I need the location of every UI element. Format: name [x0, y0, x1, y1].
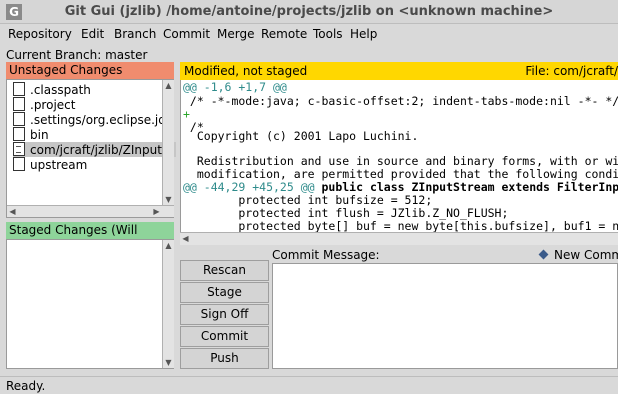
push-button[interactable]: Push [180, 348, 269, 369]
diff-status: Modified, not staged [184, 64, 308, 78]
diff-line: protected byte[] buf = new byte[this.buf… [238, 219, 618, 232]
unstaged-vertical-scrollbar[interactable]: ▲ ▼ [162, 80, 174, 205]
unstaged-horizontal-scrollbar[interactable]: ◀ ▶ [7, 205, 174, 217]
menu-help[interactable]: Help [350, 27, 377, 41]
file-icon [13, 112, 25, 126]
menu-remote[interactable]: Remote [261, 27, 307, 41]
staged-vertical-scrollbar[interactable]: ▲ ▼ [162, 240, 174, 368]
diff-header: Modified, not staged File: com/jcraft/ [180, 62, 618, 80]
list-item[interactable]: .settings/org.eclipse.jdt. [13, 112, 174, 127]
scroll-down-icon[interactable]: ▼ [164, 195, 173, 204]
scroll-right-icon[interactable]: ▶ [152, 207, 161, 216]
scroll-left-icon[interactable]: ◀ [181, 234, 190, 243]
scroll-up-icon[interactable]: ▲ [164, 81, 173, 90]
file-icon [13, 97, 25, 111]
radio-diamond-icon [538, 249, 549, 260]
current-branch-label: Current Branch: master [6, 48, 148, 62]
menu-merge[interactable]: Merge [217, 27, 254, 41]
list-item[interactable]: .classpath [13, 82, 91, 97]
rescan-button[interactable]: Rescan [180, 260, 269, 281]
diff-line: @@ -1,6 +1,7 @@ [183, 80, 287, 94]
scroll-left-icon[interactable]: ◀ [8, 207, 17, 216]
window-title: Git Gui (jzlib) /home/antoine/projects/j… [64, 4, 554, 19]
new-commit-radio[interactable]: New Commi [538, 248, 618, 262]
file-icon [13, 82, 25, 96]
list-item[interactable]: .project [13, 97, 75, 112]
file-icon [13, 157, 25, 171]
unstaged-file-list[interactable]: .classpath .project .settings/org.eclips… [6, 79, 177, 218]
sign-off-button[interactable]: Sign Off [180, 304, 269, 325]
staged-file-list[interactable]: ▲ ▼ [6, 239, 174, 369]
list-item-selected[interactable]: com/jcraft/jzlib/ZInputSt [13, 142, 177, 157]
diff-view[interactable]: @@ -1,6 +1,7 @@ /* -*-mode:java; c-basic… [180, 80, 618, 232]
list-item[interactable]: bin [13, 127, 49, 142]
menu-tools[interactable]: Tools [313, 27, 343, 41]
diff-horizontal-scrollbar[interactable]: ◀ [180, 232, 618, 245]
commit-message-label: Commit Message: [272, 248, 380, 262]
menu-commit[interactable]: Commit [163, 27, 210, 41]
status-bar: Ready. [0, 376, 618, 394]
title-bar: G Git Gui (jzlib) /home/antoine/projects… [0, 0, 618, 24]
scroll-down-icon[interactable]: ▼ [164, 358, 173, 367]
menu-bar: Repository Edit Branch Commit Merge Remo… [0, 24, 618, 46]
diff-line: Copyright (c) 2001 Lapo Luchini. [183, 129, 419, 143]
menu-edit[interactable]: Edit [81, 27, 104, 41]
status-text: Ready. [6, 379, 46, 393]
menu-branch[interactable]: Branch [114, 27, 156, 41]
unstaged-changes-header: Unstaged Changes [6, 62, 174, 79]
commit-message-input[interactable] [272, 263, 618, 369]
diff-line: /* -*-mode:java; c-basic-offset:2; inden… [183, 94, 618, 108]
diff-file-name: File: com/jcraft/ [525, 64, 618, 78]
modified-file-icon [13, 142, 25, 156]
staged-changes-header: Staged Changes (Will Commit) [6, 222, 174, 254]
commit-button[interactable]: Commit [180, 326, 269, 347]
file-icon [13, 127, 25, 141]
list-item[interactable]: upstream [13, 157, 87, 172]
scroll-up-icon[interactable]: ▲ [164, 241, 173, 250]
stage-changed-button[interactable]: Stage Changed [180, 282, 269, 318]
menu-repository[interactable]: Repository [8, 27, 72, 41]
